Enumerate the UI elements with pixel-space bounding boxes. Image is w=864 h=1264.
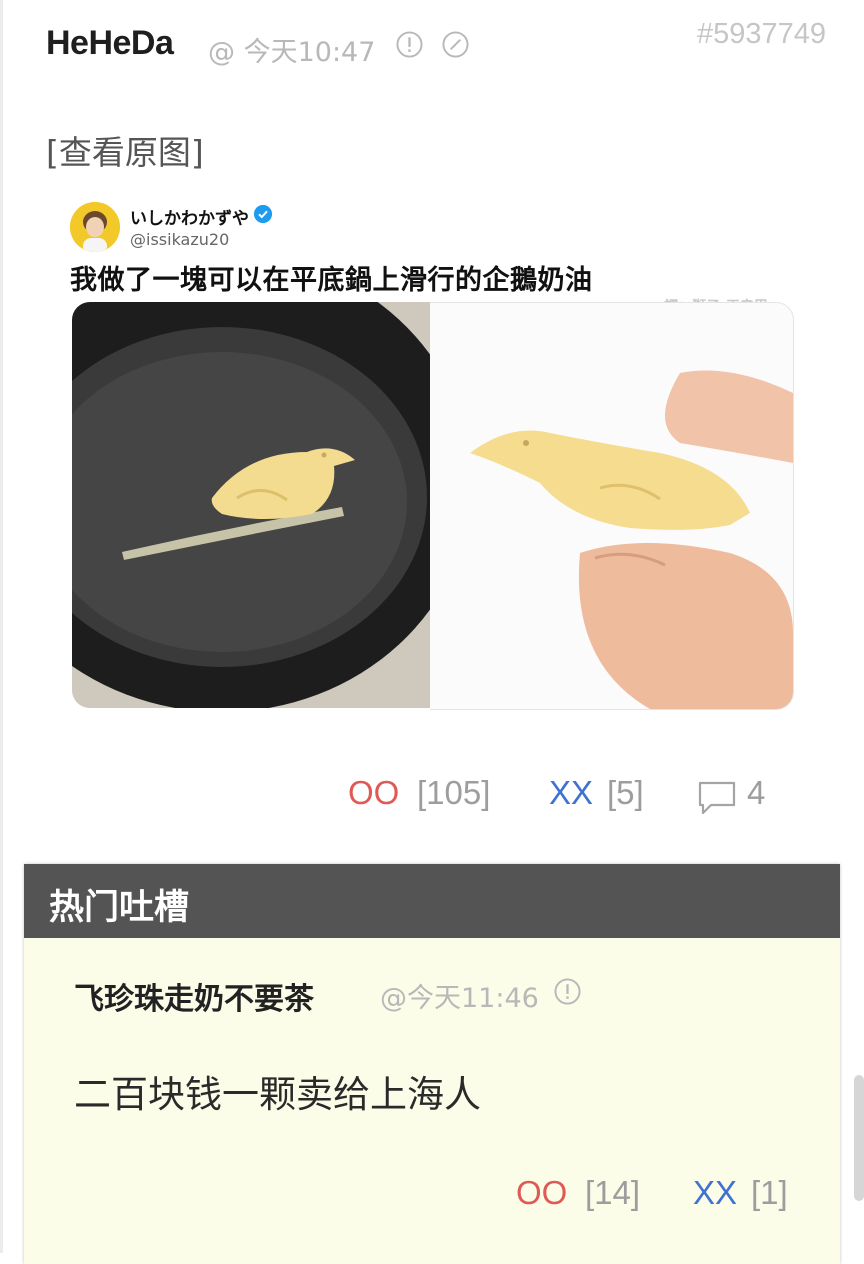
comment-oo-count: [14] [585, 1174, 641, 1211]
page-left-rule [0, 0, 3, 1253]
tweet-text: 我做了一塊可以在平底鍋上滑行的企鵝奶油 [70, 265, 593, 296]
comment-text: 二百块钱一颗卖给上海人 [74, 1073, 481, 1116]
comment-timestamp: @今天11:46 [380, 983, 539, 1014]
view-original-link[interactable]: [查看原图] [46, 126, 204, 174]
tweet-author-name: いしかわかずや [130, 209, 249, 229]
post-author[interactable]: HeHeDa [46, 24, 174, 63]
post-timestamp: @ 今天10:47 [208, 37, 376, 68]
hot-comments-title: 热门吐槽 [49, 888, 190, 928]
tweet-handle: @issikazu20 [130, 230, 230, 249]
comment-author[interactable]: 飞珍珠走奶不要茶 [74, 974, 314, 1018]
photo-butter-in-pan [72, 302, 430, 708]
comment-icon[interactable] [697, 780, 737, 816]
report-icon[interactable] [396, 31, 423, 58]
block-icon[interactable] [442, 31, 469, 58]
tweet-avatar [70, 202, 120, 252]
xx-button[interactable]: XX [549, 774, 593, 812]
post-image[interactable]: いしかわかずや @issikazu20 我做了一塊可以在平底鍋上滑行的企鵝奶油 … [64, 192, 802, 714]
oo-button[interactable]: OO [348, 774, 399, 812]
post-actions: OO [105] XX [5] 4 [348, 774, 818, 818]
scrollbar[interactable] [854, 1075, 864, 1201]
xx-count: [5] [607, 774, 644, 811]
verified-icon [254, 205, 272, 223]
post-header: HeHeDa @ 今天10:47 #5937749 [46, 18, 826, 68]
hot-comments-header: 热门吐槽 [24, 864, 840, 938]
post-id[interactable]: #5937749 [697, 18, 826, 51]
comment-oo-button[interactable]: OO [516, 1174, 567, 1212]
comment-xx-button[interactable]: XX [693, 1174, 737, 1212]
report-icon[interactable] [554, 978, 581, 1005]
comment-xx-count: [1] [751, 1174, 788, 1211]
oo-count: [105] [417, 774, 491, 811]
photo-butter-in-hand [430, 302, 794, 710]
comment-actions: OO [14] XX [1] [516, 1174, 816, 1218]
hot-comments-panel: 热门吐槽 飞珍珠走奶不要茶 @今天11:46 二百块钱一颗卖给上海人 OO [1… [24, 864, 840, 1264]
comment-count[interactable]: 4 [747, 774, 765, 812]
